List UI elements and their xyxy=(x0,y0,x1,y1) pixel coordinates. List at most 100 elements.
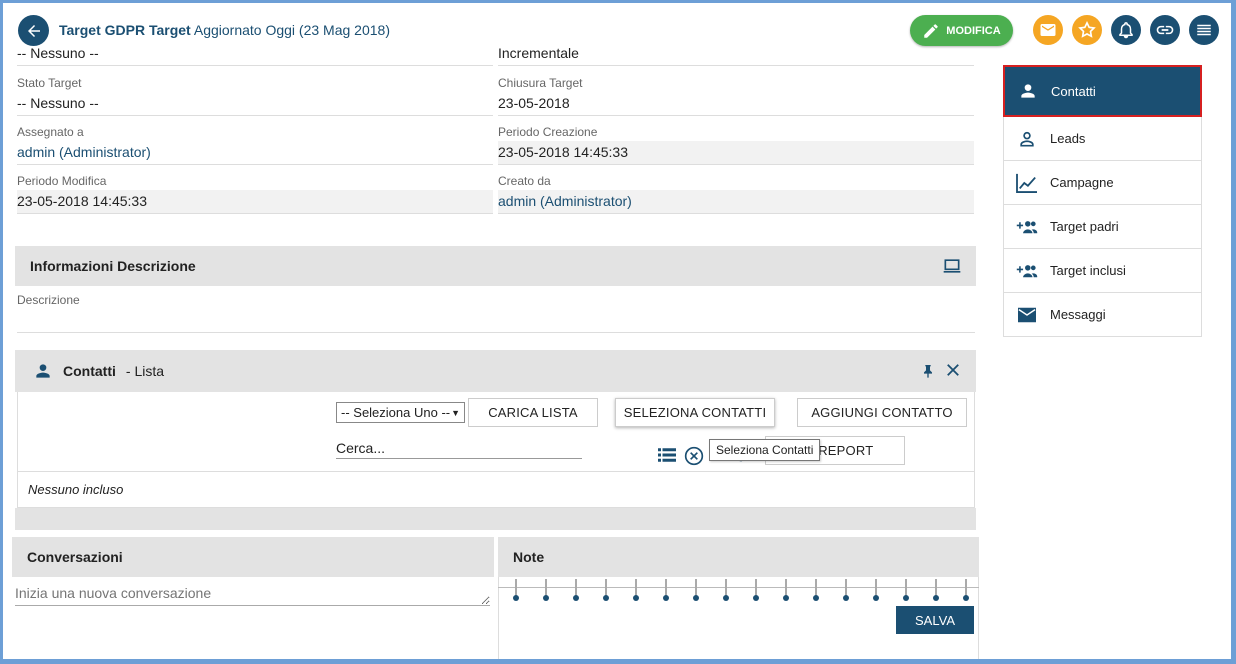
load-list-button[interactable]: CARICA LISTA xyxy=(468,398,598,427)
notebook-ring xyxy=(843,579,849,605)
field-value[interactable]: 23-05-2018 xyxy=(498,92,974,116)
assigned-user-link[interactable]: admin (Administrator) xyxy=(17,141,493,165)
notebook-ring xyxy=(813,579,819,605)
field-descrizione: Descrizione xyxy=(17,293,975,333)
notebook-ring xyxy=(513,579,519,605)
star-icon xyxy=(1078,21,1096,38)
notebook-ring xyxy=(573,579,579,605)
conversation-textarea[interactable] xyxy=(15,585,490,606)
field-stato-target: Stato Target -- Nessuno -- xyxy=(17,76,493,116)
mail-icon xyxy=(1016,306,1038,324)
record-updated: Aggiornato Oggi (23 Mag 2018) xyxy=(193,22,390,38)
field-label: Assegnato a xyxy=(17,125,84,139)
conversations-header: Conversazioni xyxy=(12,537,494,577)
notebook-ring xyxy=(933,579,939,605)
notebook-ring xyxy=(873,579,879,605)
mail-icon xyxy=(1040,24,1056,36)
sidebar-item-label: Messaggi xyxy=(1050,307,1106,322)
close-button[interactable] xyxy=(944,361,962,382)
notebook-ring xyxy=(663,579,669,605)
description-block-header: Informazioni Descrizione xyxy=(15,246,976,286)
field-value: 23-05-2018 14:45:33 xyxy=(498,141,974,165)
notifications-button[interactable] xyxy=(1111,15,1141,45)
field-periodo-creazione: Periodo Creazione 23-05-2018 14:45:33 xyxy=(498,125,974,165)
field-assegnato-a: Assegnato a admin (Administrator) xyxy=(17,125,493,165)
notebook-ring xyxy=(903,579,909,605)
back-button[interactable] xyxy=(18,15,49,46)
notebook-ring xyxy=(753,579,759,605)
edit-label: MODIFICA xyxy=(946,24,1001,37)
save-note-button[interactable]: SALVA xyxy=(896,606,974,634)
toggle-view-button[interactable] xyxy=(942,256,962,279)
trend-chart-icon xyxy=(1016,173,1038,193)
notebook-ring xyxy=(723,579,729,605)
sidebar-item-target-inclusi[interactable]: Target inclusi xyxy=(1003,249,1202,293)
notebook-ring xyxy=(963,579,969,605)
field-label: Creato da xyxy=(498,174,551,188)
link-button[interactable] xyxy=(1150,15,1180,45)
partial-field-right: Incrementale xyxy=(498,45,974,66)
contacts-empty-message: Nessuno incluso xyxy=(17,472,975,508)
app-frame: Target GDPR Target Aggiornato Oggi (23 M… xyxy=(3,3,1231,659)
sidebar-item-contatti[interactable]: Contatti xyxy=(1003,65,1202,117)
person-icon xyxy=(1017,81,1039,101)
cancel-circle-icon xyxy=(684,446,704,466)
conversations-title: Conversazioni xyxy=(27,549,123,565)
notes-title: Note xyxy=(513,549,545,565)
sidebar-item-leads[interactable]: Leads xyxy=(1003,117,1202,161)
caret-down-icon: ▼ xyxy=(451,407,460,418)
field-value[interactable]: -- Nessuno -- xyxy=(17,92,493,116)
field-creato-da: Creato da admin (Administrator) xyxy=(498,174,974,214)
field-label: Periodo Modifica xyxy=(17,174,107,188)
notebook-ring xyxy=(633,579,639,605)
field-value: 23-05-2018 14:45:33 xyxy=(17,190,493,214)
page-title: Target GDPR Target Aggiornato Oggi (23 M… xyxy=(59,22,390,38)
contacts-toolbar: -- Seleziona Uno -- ▼ CARICA LISTA SELEZ… xyxy=(17,392,975,472)
sidebar-item-campagne[interactable]: Campagne xyxy=(1003,161,1202,205)
related-sidebar: Contatti Leads Campagne Target padri Tar… xyxy=(1003,65,1202,337)
field-label: Descrizione xyxy=(17,293,80,307)
sidebar-item-label: Target inclusi xyxy=(1050,263,1126,278)
field-chiusura-target: Chiusura Target 23-05-2018 xyxy=(498,76,974,116)
field-label: Chiusura Target xyxy=(498,76,583,90)
notebook-ring xyxy=(543,579,549,605)
description-block-title: Informazioni Descrizione xyxy=(30,258,196,274)
clear-filter-button[interactable] xyxy=(684,446,704,469)
notes-header: Note xyxy=(498,537,979,577)
laptop-icon xyxy=(943,259,961,273)
notebook-ring xyxy=(783,579,789,605)
notebook-ring xyxy=(693,579,699,605)
pencil-icon xyxy=(924,23,939,38)
pin-button[interactable] xyxy=(920,362,936,383)
sidebar-item-label: Contatti xyxy=(1051,83,1096,99)
add-contact-button[interactable]: AGGIUNGI CONTATTO xyxy=(797,398,967,427)
sidebar-item-label: Leads xyxy=(1050,131,1086,146)
creator-user-link[interactable]: admin (Administrator) xyxy=(498,190,974,214)
list-select[interactable]: -- Seleziona Uno -- ▼ xyxy=(336,402,465,423)
menu-icon xyxy=(1197,24,1211,36)
menu-button[interactable] xyxy=(1189,15,1219,45)
description-value[interactable] xyxy=(17,309,975,333)
person-icon xyxy=(36,364,50,378)
record-title: Target GDPR Target xyxy=(59,22,191,38)
person-outline-icon xyxy=(1016,129,1038,149)
contacts-block-subtitle: - Lista xyxy=(125,363,165,379)
group-add-icon xyxy=(1016,262,1038,280)
bell-icon xyxy=(1119,22,1133,39)
contacts-block-title: Contatti xyxy=(63,363,116,379)
list-select-value: -- Seleziona Uno -- xyxy=(341,405,451,420)
mail-button[interactable] xyxy=(1033,15,1063,45)
arrow-left-icon xyxy=(27,24,40,37)
sidebar-item-label: Target padri xyxy=(1050,219,1119,234)
list-view-button[interactable] xyxy=(658,447,676,466)
select-contacts-button[interactable]: SELEZIONA CONTATTI xyxy=(615,398,775,427)
search-input[interactable] xyxy=(336,438,582,459)
sidebar-item-messaggi[interactable]: Messaggi xyxy=(1003,293,1202,337)
sidebar-item-label: Campagne xyxy=(1050,175,1114,190)
tooltip: Seleziona Contatti xyxy=(709,439,821,461)
edit-button[interactable]: MODIFICA xyxy=(910,15,1013,46)
sidebar-item-target-padri[interactable]: Target padri xyxy=(1003,205,1202,249)
list-icon xyxy=(658,448,676,462)
favorite-button[interactable] xyxy=(1072,15,1102,45)
link-icon xyxy=(1156,25,1174,35)
